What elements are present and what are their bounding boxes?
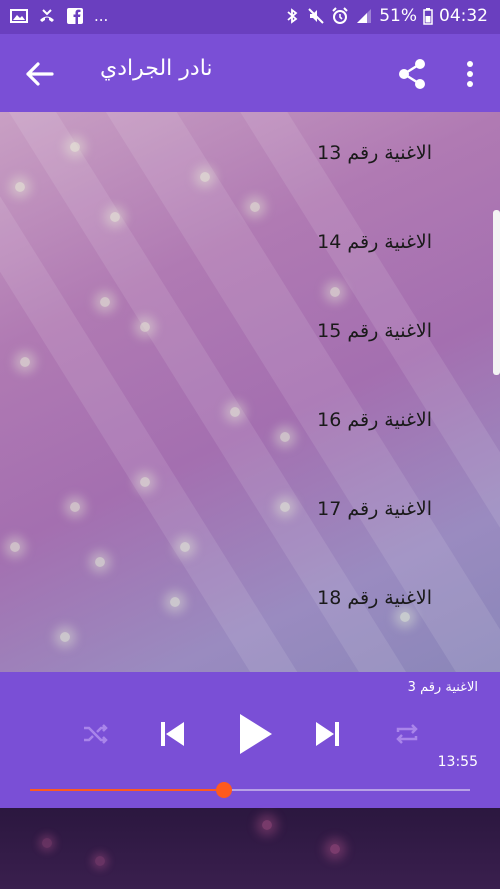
app-bar: نادر الجرادي bbox=[0, 34, 500, 112]
next-button[interactable] bbox=[310, 714, 346, 754]
battery-percent: 51% bbox=[379, 6, 417, 26]
player-panel: الاغنية رقم 3 13:55 bbox=[0, 672, 500, 808]
sparkle bbox=[95, 856, 105, 866]
battery-icon bbox=[423, 8, 433, 25]
status-bar: ... 51% 04:32 bbox=[0, 0, 500, 34]
play-button[interactable] bbox=[232, 714, 276, 754]
list-item[interactable]: الاغنية رقم 13 bbox=[0, 142, 500, 230]
repeat-button[interactable] bbox=[390, 714, 424, 754]
mute-icon bbox=[308, 8, 324, 24]
previous-button[interactable] bbox=[154, 714, 190, 754]
skip-previous-icon bbox=[161, 722, 184, 746]
facebook-icon bbox=[67, 8, 83, 24]
more-options-icon[interactable] bbox=[455, 56, 485, 92]
song-list[interactable]: الاغنية رقم 13 الاغنية رقم 14 الاغنية رق… bbox=[0, 112, 500, 672]
alarm-icon bbox=[332, 7, 348, 24]
back-arrow-icon[interactable] bbox=[20, 56, 60, 92]
list-item[interactable]: الاغنية رقم 15 bbox=[0, 320, 500, 408]
play-icon bbox=[240, 714, 272, 754]
scrollbar[interactable] bbox=[493, 210, 500, 375]
missed-call-icon bbox=[40, 9, 54, 22]
song-title: الاغنية رقم 13 bbox=[317, 142, 432, 164]
sparkle bbox=[330, 844, 340, 854]
image-notification-icon bbox=[10, 9, 28, 23]
song-title: الاغنية رقم 17 bbox=[317, 498, 432, 520]
bluetooth-icon bbox=[287, 8, 298, 24]
seek-progress bbox=[30, 789, 224, 791]
signal-icon bbox=[357, 9, 372, 23]
share-icon[interactable] bbox=[392, 56, 432, 92]
bottom-background bbox=[0, 808, 500, 889]
song-title: الاغنية رقم 14 bbox=[317, 231, 432, 253]
sparkle bbox=[42, 838, 52, 848]
list-item[interactable]: الاغنية رقم 18 bbox=[0, 587, 500, 672]
more-notifications: ... bbox=[94, 7, 109, 25]
sparkle bbox=[262, 820, 272, 830]
list-item[interactable]: الاغنية رقم 16 bbox=[0, 409, 500, 497]
seek-thumb[interactable] bbox=[215, 782, 232, 798]
song-title: الاغنية رقم 18 bbox=[317, 587, 432, 609]
shuffle-button[interactable] bbox=[78, 714, 112, 754]
seek-bar[interactable] bbox=[30, 782, 470, 798]
repeat-icon bbox=[396, 724, 418, 744]
shuffle-icon bbox=[84, 724, 108, 744]
list-item[interactable]: الاغنية رقم 17 bbox=[0, 498, 500, 586]
now-playing-title: الاغنية رقم 3 bbox=[407, 680, 478, 695]
song-title: الاغنية رقم 16 bbox=[317, 409, 432, 431]
track-duration: 13:55 bbox=[437, 754, 478, 770]
song-title: الاغنية رقم 15 bbox=[317, 320, 432, 342]
skip-next-icon bbox=[316, 722, 339, 746]
clock: 04:32 bbox=[439, 6, 488, 26]
list-item[interactable]: الاغنية رقم 14 bbox=[0, 231, 500, 319]
app-title: نادر الجرادي bbox=[100, 56, 213, 81]
